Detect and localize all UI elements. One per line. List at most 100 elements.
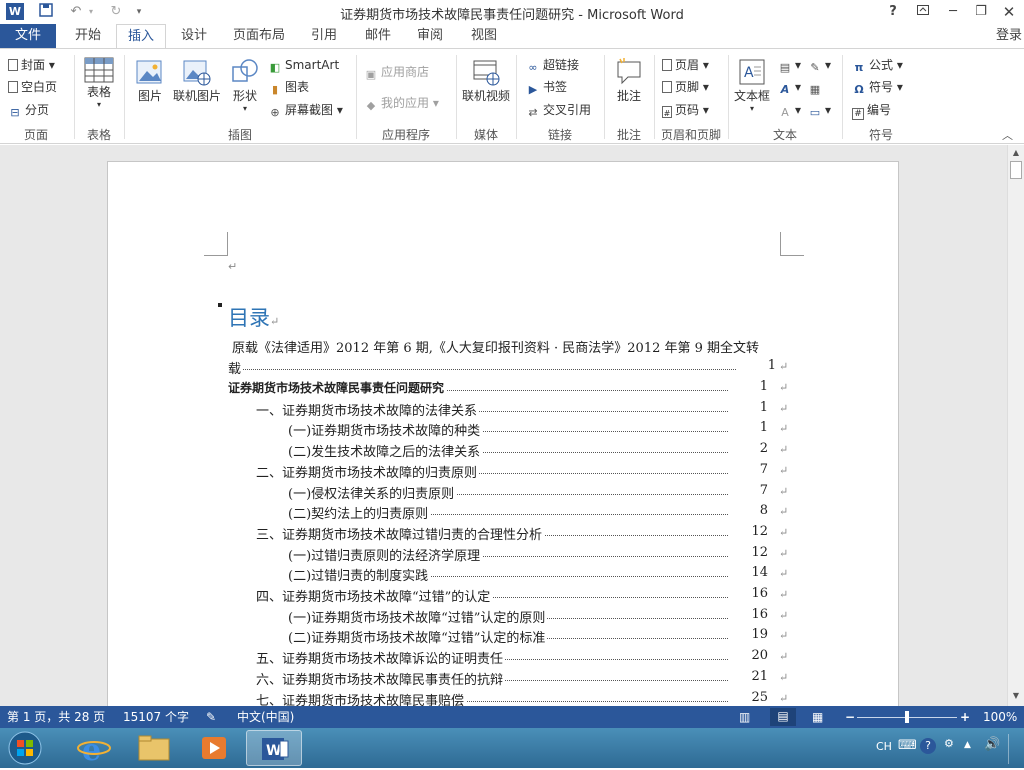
signature-line-button[interactable]: ✎ ▾ [808,56,831,75]
smartart-button[interactable]: ◧ SmartArt [268,56,339,75]
toc-entry[interactable]: 证券期货市场技术故障民事责任问题研究 1 ↵ [228,379,792,399]
zoom-slider-thumb[interactable] [905,711,909,723]
object-button[interactable]: ▭ ▾ [808,101,831,120]
proofing-icon[interactable]: ✎ [206,709,216,725]
app-store-button[interactable]: ▣ 应用商店 [364,63,429,82]
wordart-icon: A [780,83,790,96]
table-button[interactable]: 表格 ▾ [82,57,116,125]
wordart-button[interactable]: A ▾ [778,78,801,97]
zoom-out-button[interactable]: − [845,709,855,725]
toc-entry[interactable]: (一)过错归责原则的法经济学原理 12 ↵ [228,544,792,565]
tab-file[interactable]: 文件 [0,24,56,48]
file-explorer-icon[interactable] [126,730,182,766]
new-comment-button[interactable]: 批注 [612,57,646,117]
collapse-ribbon-icon[interactable]: ︿ [1002,127,1013,145]
toc-entry[interactable]: 一、证券期货市场技术故障的法律关系 1 ↵ [228,399,792,420]
zoom-level[interactable]: 100% [983,709,1017,725]
document-page[interactable]: ↵ 目录↵ 原载《法律适用》2012 年第 6 期,《人大复印报刊资料 · 民商… [107,161,899,706]
tab-home[interactable]: 开始 [66,24,110,48]
header-button[interactable]: 页眉 ▾ [662,56,709,74]
minimize-button[interactable]: ─ [938,0,968,24]
symbol-button[interactable]: Ω 符号 ▾ [852,78,903,97]
input-method-indicator[interactable]: CH [876,740,892,753]
drop-cap-button[interactable]: A ▾ [778,101,801,120]
start-button[interactable] [6,730,44,766]
blank-page-button[interactable]: 空白页 [8,78,57,96]
show-desktop-button[interactable] [1008,734,1022,764]
picture-button[interactable]: 图片 [134,57,166,117]
toc-entry[interactable]: 七、证券期货市场技术故障民事赔偿 25 ↵ [228,689,792,706]
shapes-button[interactable]: 形状 ▾ [229,57,261,125]
page-break-button[interactable]: ⊟ 分页 [8,101,49,120]
toc-entry[interactable]: (二)契约法上的归责原则 8 ↵ [228,503,792,523]
group-label-pages: 页面 [23,128,48,142]
scroll-down-icon[interactable]: ▼ [1010,690,1022,702]
toc-entry[interactable]: (一)侵权法律关系的归责原则 7 ↵ [228,482,792,503]
word-count[interactable]: 15107 个字 [123,709,189,725]
media-player-icon[interactable] [186,730,242,766]
tab-references[interactable]: 引用 [302,24,346,48]
language-indicator[interactable]: 中文(中国) [237,709,294,725]
tab-insert[interactable]: 插入 [116,24,166,49]
volume-icon[interactable]: 🔊 [984,737,1000,752]
login-link[interactable]: 登录 [996,24,1022,48]
screenshot-icon: ⊕ [270,106,280,119]
cover-page-icon [8,59,18,71]
text-box-button[interactable]: A 文本框 ▾ [732,57,772,125]
bookmark-button[interactable]: ▶ 书签 [526,78,567,97]
store-icon: ▣ [365,68,377,81]
toc-entry[interactable]: (二)过错归责的制度实践 14 ↵ [228,565,792,585]
ribbon-separator [654,55,655,139]
toc-entry[interactable]: 五、证券期货市场技术故障诉讼的证明责任 20 ↵ [228,648,792,668]
online-picture-button[interactable]: 联机图片 [172,57,222,117]
tab-review[interactable]: 审阅 [408,24,452,48]
vertical-scrollbar[interactable]: ▲ ▼ [1007,145,1024,706]
tab-page-layout[interactable]: 页面布局 [226,24,292,48]
scrollbar-thumb[interactable] [1010,161,1022,179]
document-canvas[interactable]: ↵ 目录↵ 原载《法律适用》2012 年第 6 期,《人大复印报刊资料 · 民商… [0,145,1007,706]
internet-explorer-icon[interactable]: e [66,730,122,768]
toc-entry[interactable]: 四、证券期货市场技术故障“过错”的认定 16 ↵ [228,586,792,606]
help-tray-icon[interactable]: ? [920,738,936,754]
read-mode-icon[interactable]: ▥ [739,709,750,725]
print-layout-icon[interactable]: ▤ [770,708,796,726]
zoom-in-button[interactable]: + [960,709,970,725]
toc-entry-text: 三、证券期货市场技术故障过错归责的合理性分析 [256,523,545,543]
tab-design[interactable]: 设计 [172,24,216,48]
footer-button[interactable]: 页脚 ▾ [662,78,709,96]
close-button[interactable]: ✕ [994,0,1024,24]
date-time-button[interactable]: ▦ [808,78,825,97]
toc-entry[interactable]: (二)发生技术故障之后的法律关系 2 ↵ [228,441,792,461]
toc-entry[interactable]: (二)证券期货市场技术故障“过错”认定的标准 19 ↵ [228,627,792,647]
toc-entry[interactable]: 六、证券期货市场技术故障民事责任的抗辩 21 ↵ [228,668,792,689]
toc-entry[interactable]: (一)证券期货市场技术故障“过错”认定的原则 16 ↵ [228,606,792,627]
page-number-button[interactable]: # 页码 ▾ [662,101,709,119]
my-apps-button[interactable]: ◆ 我的应用 ▾ [364,94,439,113]
scroll-up-icon[interactable]: ▲ [1010,147,1022,159]
my-apps-icon: ◆ [366,99,376,112]
cover-page-button[interactable]: 封面 ▾ [8,56,55,74]
ribbon-display-options-icon[interactable] [908,0,938,24]
hyperlink-button[interactable]: ∞ 超链接 [526,56,579,75]
online-video-button[interactable]: 联机视频 [460,57,512,117]
help-button[interactable]: ? [878,0,908,24]
equation-button[interactable]: π 公式 ▾ [852,56,903,75]
chart-button[interactable]: ▮ 图表 [268,78,309,97]
toc-entry[interactable]: 二、证券期货市场技术故障的归责原则 7 ↵ [228,461,792,482]
page-count[interactable]: 第 1 页，共 28 页 [7,709,105,725]
number-button[interactable]: # 编号 [852,101,891,120]
show-hidden-icons[interactable]: ▲ [964,740,971,750]
tray-settings-icon[interactable]: ⚙ [944,737,954,750]
restore-button[interactable]: ❐ [966,0,996,24]
quick-parts-button[interactable]: ▤ ▾ [778,56,801,75]
toc-entry[interactable]: 三、证券期货市场技术故障过错归责的合理性分析 12 ↵ [228,523,792,544]
word-taskbar-icon[interactable]: W [246,730,302,766]
tab-mailings[interactable]: 邮件 [356,24,400,48]
cross-reference-button[interactable]: ⇄ 交叉引用 [526,101,591,120]
toc-entry-text: 证券期货市场技术故障民事责任问题研究 [228,379,447,396]
keyboard-icon[interactable]: ⌨ [898,738,917,753]
web-layout-icon[interactable]: ▦ [812,709,823,725]
toc-entry[interactable]: (一)证券期货市场技术故障的种类 1 ↵ [228,420,792,440]
tab-view[interactable]: 视图 [462,24,506,48]
screenshot-button[interactable]: ⊕ 屏幕截图 ▾ [268,101,342,120]
